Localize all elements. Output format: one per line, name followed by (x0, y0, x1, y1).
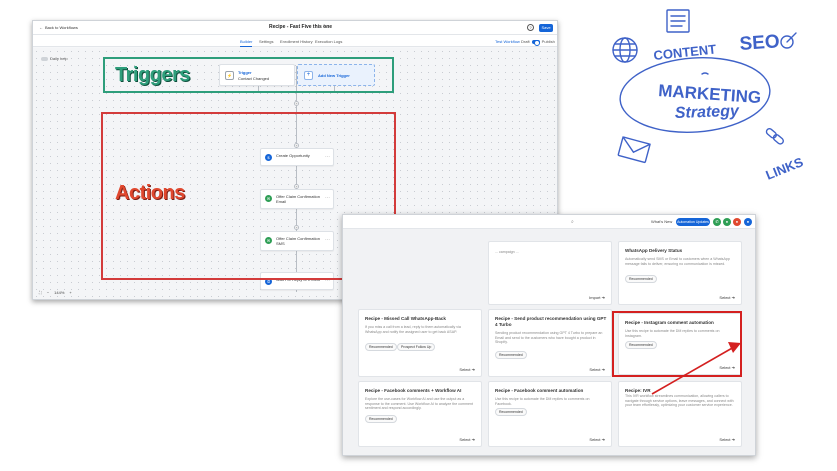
arrow-left-icon: ← (39, 25, 43, 30)
phone-icon[interactable]: ✆ (713, 218, 721, 226)
fit-screen-icon[interactable]: ⛶ (39, 290, 42, 295)
triggers-annotation-label: Triggers (115, 64, 190, 86)
recipe-description: Use this recipe to automate the DM repli… (495, 397, 590, 406)
recommended-tag: Recommended (625, 275, 657, 283)
recipe-description: Sending product recommendation using GPT… (495, 331, 603, 344)
doodle-squiggle (701, 72, 709, 75)
draft-label: Draft (521, 39, 530, 44)
toggle-switch[interactable] (531, 39, 540, 46)
tab-enrollment-history[interactable]: Enrollment History (280, 39, 313, 44)
recommended-tag: Recommended (495, 408, 527, 416)
import-button[interactable]: Import ➔ (589, 295, 605, 300)
zoom-out-icon[interactable]: − (47, 290, 49, 295)
recipe-card[interactable]: Recipe - Send product recommendation usi… (488, 309, 612, 377)
recipe-card[interactable]: Recipe: IVR This IVR workflow streamline… (618, 381, 742, 447)
seo-text: SEO (739, 31, 780, 55)
tab-builder[interactable]: Builder (240, 39, 253, 47)
toggle-switch[interactable] (41, 56, 48, 61)
builder-tabs: Builder Settings Enrollment History Exec… (33, 35, 557, 47)
recipe-card[interactable]: ... campaign ... Import ➔ (488, 241, 612, 305)
whats-new-link[interactable]: What's New (651, 219, 672, 224)
recommended-tag: Recommended (365, 343, 397, 351)
recommended-tag: Recommended (495, 351, 527, 359)
zoom-controls: ⛶ − 144% + (39, 290, 72, 295)
recipe-title: Recipe - Missed Call WhatsApp-Back (365, 316, 446, 321)
select-button[interactable]: Select ➔ (589, 437, 605, 442)
recipe-description: If you miss a call from a lead, reply to… (365, 325, 461, 334)
recipe-title: WhatsApp Delivery Status (625, 248, 683, 253)
highlight-box (612, 311, 742, 377)
save-button[interactable]: Save (539, 24, 553, 32)
avatar[interactable]: ● (744, 218, 752, 226)
select-button[interactable]: Select ➔ (719, 295, 735, 300)
pencil-icon[interactable]: ✎ (323, 24, 327, 30)
tab-settings[interactable]: Settings (259, 39, 273, 44)
search-icon[interactable]: ⌕ (571, 219, 574, 225)
daily-help-toggle[interactable]: Daily help (41, 56, 68, 61)
recipe-card[interactable]: Recipe - Missed Call WhatsApp-Back If yo… (358, 309, 482, 377)
triggers-annotation-box: Triggers (103, 57, 394, 93)
back-to-workflows-link[interactable]: ← Back to Workflows (39, 25, 78, 30)
select-button[interactable]: Select ➔ (719, 437, 735, 442)
notification-icon[interactable]: ● (733, 218, 741, 226)
zoom-in-icon[interactable]: + (69, 290, 71, 295)
recipe-description: Explore the use-cases for Workflow AI an… (365, 397, 473, 410)
zoom-level: 144% (54, 290, 65, 295)
test-workflow-button[interactable]: Test Workflow (495, 39, 520, 44)
actions-annotation-label: Actions (115, 182, 185, 204)
prospect-tag: Prospect Follow Up (397, 343, 436, 351)
publish-toggle[interactable]: Draft Publish (521, 39, 555, 46)
select-button[interactable]: Select ➔ (459, 367, 475, 372)
builder-header: ← Back to Workflows Recipe - Fast Five t… (33, 21, 557, 35)
recipe-title: Recipe - Facebook comment automation (495, 388, 584, 393)
select-button[interactable]: Select ➔ (589, 367, 605, 372)
recipe-description: Automatically send SMS or Email to custo… (625, 257, 730, 266)
publish-label: Publish (541, 39, 555, 44)
select-button[interactable]: Select ➔ (459, 437, 475, 442)
recipe-description: This IVR workflow streamlines communicat… (625, 394, 734, 407)
links-text: LINKS (764, 154, 806, 183)
envelope-icon (617, 136, 651, 164)
collage: ← Back to Workflows Recipe - Fast Five t… (0, 0, 837, 471)
recipe-card[interactable]: WhatsApp Delivery Status Automatically s… (618, 241, 742, 305)
recipe-description: ... campaign ... (495, 250, 519, 254)
help-icon[interactable]: ? (527, 24, 534, 31)
recipe-title: Recipe - Facebook comments + Workflow AI (365, 388, 462, 393)
marketing-doodle: CONTENT SEO MARKETING Strategy LINKS (612, 9, 806, 183)
recipe-title: Recipe - Send product recommendation usi… (495, 316, 607, 327)
tab-execution-logs[interactable]: Execution Logs (315, 39, 342, 44)
add-step-icon[interactable]: + (294, 101, 299, 106)
link-icon (765, 128, 784, 145)
daily-help-label: Daily help (50, 56, 68, 61)
automation-updates-button[interactable]: Automation Updates (676, 218, 710, 226)
strategy-text: Strategy (675, 103, 741, 122)
recipe-card[interactable]: Recipe - Facebook comments + Workflow AI… (358, 381, 482, 447)
recommended-tag: Recommended (365, 415, 397, 423)
back-label: Back to Workflows (45, 25, 78, 30)
recipe-card[interactable]: Recipe - Facebook comment automation Use… (488, 381, 612, 447)
chat-icon[interactable]: ● (723, 218, 731, 226)
content-text: CONTENT (653, 41, 717, 62)
recipes-header: ⌕ What's New Automation Updates ✆ ● ● ● (343, 215, 755, 229)
